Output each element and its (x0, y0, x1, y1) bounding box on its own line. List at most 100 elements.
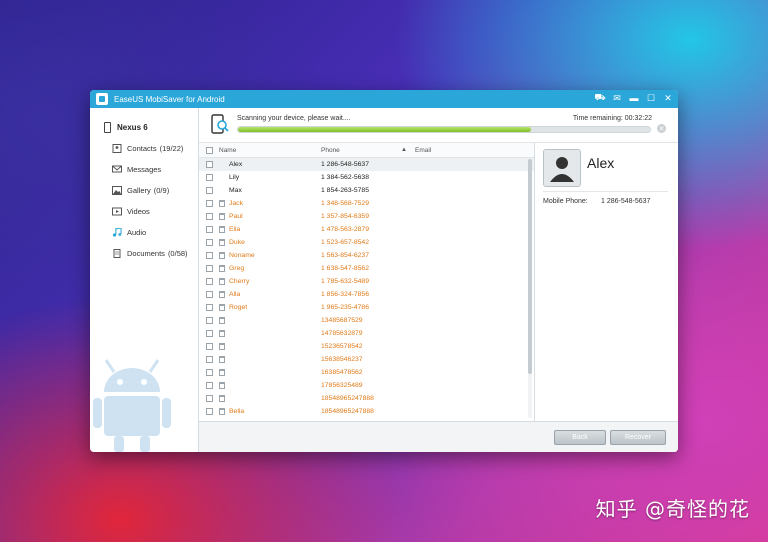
documents-icon (112, 249, 122, 258)
android-mascot-icon (93, 359, 171, 452)
row-checkbox[interactable] (205, 317, 213, 324)
table-row[interactable]: Bella 18548965247888 (199, 405, 534, 418)
table-row[interactable]: 17856325489 (199, 379, 534, 392)
row-checkbox[interactable] (205, 278, 213, 285)
deleted-icon (219, 239, 225, 246)
category-list: Contacts (19/22) Messages Gallery (0/9) Video… (90, 138, 198, 264)
deleted-icon (219, 200, 225, 207)
deleted-icon (219, 317, 225, 324)
row-name: Alla (229, 291, 241, 298)
row-checkbox[interactable] (205, 226, 213, 233)
table-row[interactable]: 15638546237 (199, 353, 534, 366)
table-row[interactable]: Alla 1 856-324-7856 (199, 288, 534, 301)
row-checkbox[interactable] (205, 187, 213, 194)
scrollbar-thumb[interactable] (528, 159, 532, 374)
select-all-checkbox[interactable] (205, 146, 213, 154)
table-row[interactable]: Lily 1 384-562-5638 (199, 171, 534, 184)
deleted-icon (219, 369, 225, 376)
row-checkbox[interactable] (205, 239, 213, 246)
table-row[interactable]: Paul 1 357-854-6359 (199, 210, 534, 223)
row-name: Noname (229, 252, 255, 259)
row-name: Ella (229, 226, 241, 233)
sidebar-item-documents[interactable]: Documents (0/58) (90, 243, 198, 264)
contact-rows: Alex 1 286-548-5637 Lily 1 384-562-5638 Max 1… (199, 158, 534, 418)
row-phone: 1 357-854-6359 (321, 213, 369, 220)
stop-scan-button[interactable]: ✕ (657, 124, 666, 133)
table-row[interactable]: 18548965247888 (199, 392, 534, 405)
deleted-icon (219, 343, 225, 350)
sidebar-item-label: Gallery (127, 186, 151, 195)
row-checkbox[interactable] (205, 408, 213, 415)
table-row[interactable]: Roget 1 965-235-4786 (199, 301, 534, 314)
row-name: Greg (229, 265, 245, 272)
table-row[interactable]: 14785632879 (199, 327, 534, 340)
window-title: EaseUS MobiSaver for Android (114, 94, 225, 104)
table-row[interactable]: Ella 1 478-563-2879 (199, 223, 534, 236)
sidebar-item-videos[interactable]: Videos (90, 201, 198, 222)
main-panel: Scanning your device, please wait.... Ti… (199, 108, 678, 452)
contacts-icon (112, 144, 122, 153)
deleted-icon (219, 382, 225, 389)
row-phone: 13485687529 (321, 317, 363, 324)
column-name[interactable]: Name (219, 147, 321, 154)
table-row[interactable]: Alex 1 286-548-5637 (199, 158, 534, 171)
cart-icon[interactable]: ⛟ (594, 92, 606, 104)
sidebar-item-label: Audio (127, 228, 147, 237)
row-checkbox[interactable] (205, 213, 213, 220)
row-checkbox[interactable] (205, 330, 213, 337)
contact-avatar-icon (543, 149, 581, 187)
maximize-button[interactable]: ☐ (645, 92, 657, 104)
detail-divider (543, 191, 668, 192)
table-row[interactable]: Cherry 1 785-632-5489 (199, 275, 534, 288)
minimize-button[interactable]: ▬ (628, 92, 640, 104)
sidebar: Nexus 6 Contacts (19/22) Messages Gallery (0… (90, 108, 199, 452)
column-email[interactable]: Email (411, 147, 534, 154)
detail-phone-label: Mobile Phone: (543, 198, 588, 205)
row-checkbox[interactable] (205, 369, 213, 376)
recover-button[interactable]: Recover (610, 430, 666, 445)
table-row[interactable]: Greg 1 638-547-8562 (199, 262, 534, 275)
row-checkbox[interactable] (205, 265, 213, 272)
sidebar-item-gallery[interactable]: Gallery (0/9) (90, 180, 198, 201)
sidebar-item-contacts[interactable]: Contacts (19/22) (90, 138, 198, 159)
row-checkbox[interactable] (205, 356, 213, 363)
row-checkbox[interactable] (205, 304, 213, 311)
deleted-icon (219, 408, 225, 415)
row-checkbox[interactable] (205, 174, 213, 181)
row-checkbox[interactable] (205, 291, 213, 298)
table-row[interactable]: Noname 1 563-854-6237 (199, 249, 534, 262)
sidebar-item-messages[interactable]: Messages (90, 159, 198, 180)
device-item[interactable]: Nexus 6 (90, 116, 198, 138)
sidebar-item-audio[interactable]: Audio (90, 222, 198, 243)
row-checkbox[interactable] (205, 343, 213, 350)
row-phone: 15638546237 (321, 356, 363, 363)
row-checkbox[interactable] (205, 252, 213, 259)
row-name: Lily (229, 174, 240, 181)
feedback-icon[interactable]: ✉ (611, 92, 623, 104)
table-row[interactable]: 13485687529 (199, 314, 534, 327)
gallery-icon (112, 186, 122, 195)
row-phone: 1 638-547-8562 (321, 265, 369, 272)
row-checkbox[interactable] (205, 382, 213, 389)
table-row[interactable]: 15236578542 (199, 340, 534, 353)
row-phone: 1 965-235-4786 (321, 304, 369, 311)
row-phone: 14785632879 (321, 330, 363, 337)
row-checkbox[interactable] (205, 200, 213, 207)
column-phone[interactable]: Phone ▲ (321, 147, 411, 154)
scrollbar[interactable] (528, 159, 532, 418)
table-row[interactable]: Duke 1 523-657-8542 (199, 236, 534, 249)
table-row[interactable]: Jack 1 348-568-7529 (199, 197, 534, 210)
app-logo-icon (96, 93, 108, 105)
sidebar-item-count: (19/22) (159, 144, 184, 153)
row-phone: 18548965247888 (321, 395, 374, 402)
table-row[interactable]: Max 1 854-263-5785 (199, 184, 534, 197)
row-phone: 1 384-562-5638 (321, 174, 369, 181)
close-button[interactable]: ✕ (662, 92, 674, 104)
table-row[interactable]: 16385478562 (199, 366, 534, 379)
row-checkbox[interactable] (205, 161, 213, 168)
row-phone: 1 856-324-7856 (321, 291, 369, 298)
back-button[interactable]: Back (554, 430, 606, 445)
row-checkbox[interactable] (205, 395, 213, 402)
deleted-icon (219, 356, 225, 363)
app-window: EaseUS MobiSaver for Android ⛟ ✉ ▬ ☐ ✕ N… (90, 90, 678, 452)
